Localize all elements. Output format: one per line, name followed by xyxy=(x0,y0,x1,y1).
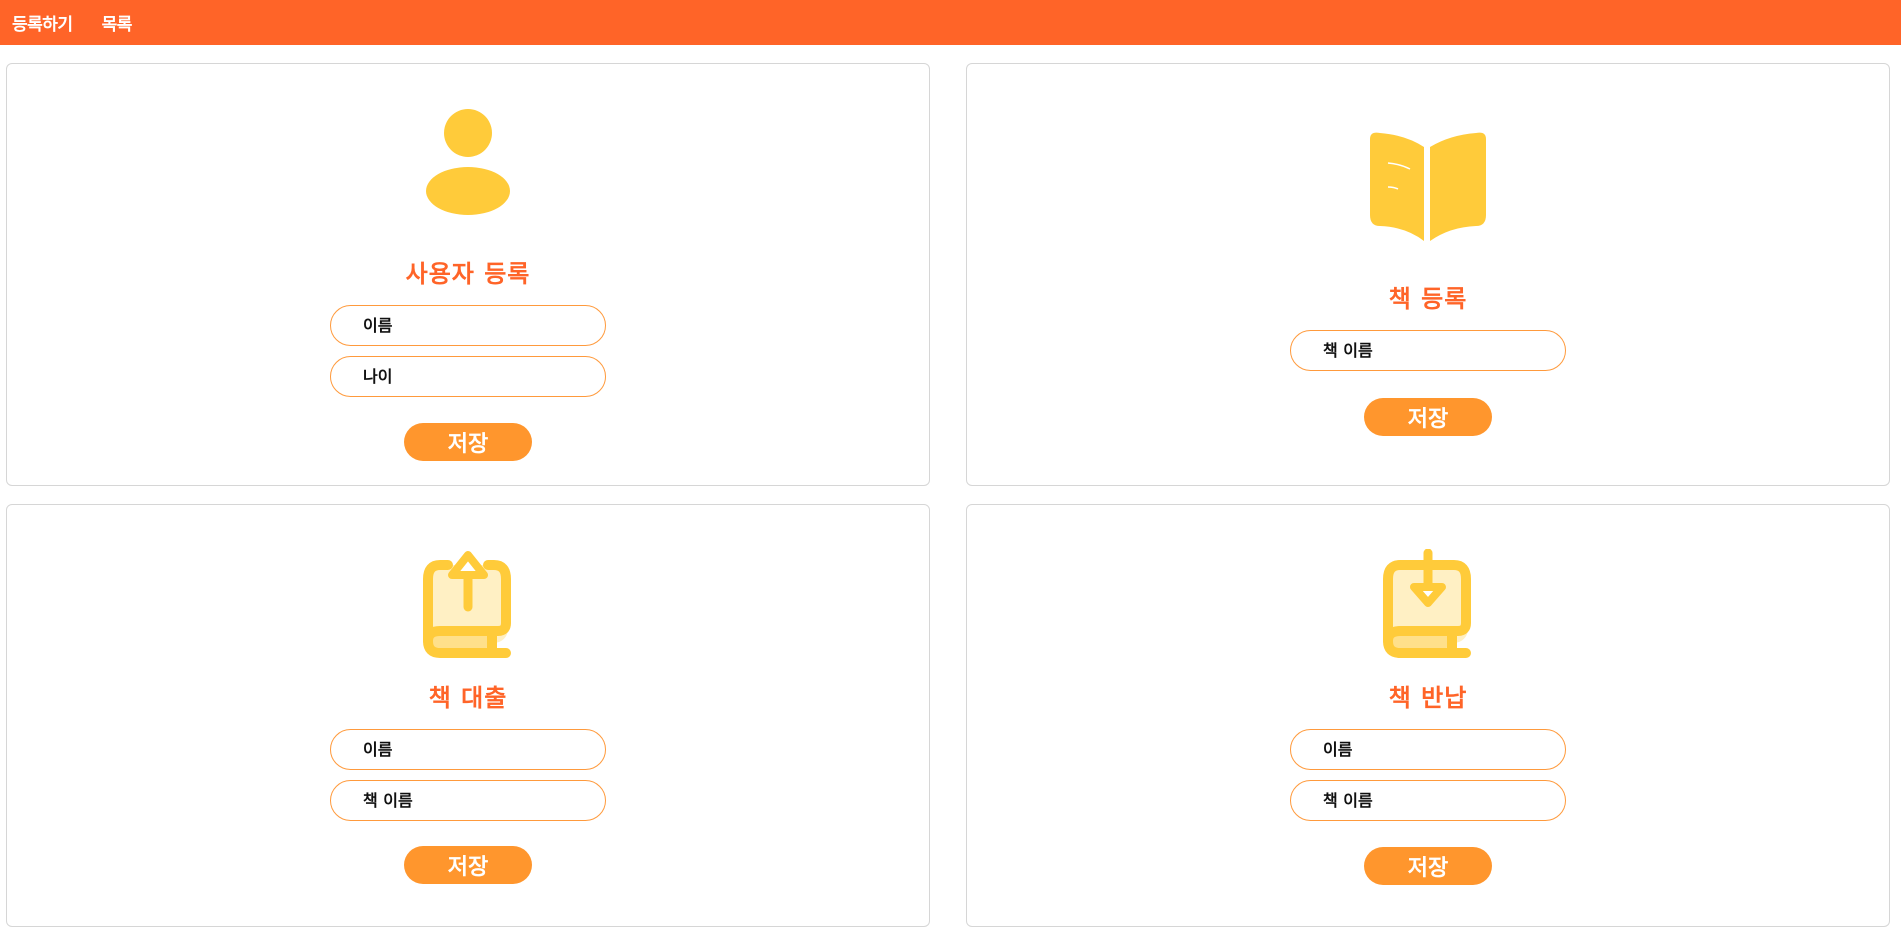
book-upload-icon xyxy=(418,549,518,665)
return-user-name-input[interactable] xyxy=(1290,729,1566,770)
user-icon xyxy=(423,108,513,222)
book-register-card: 책 등록 저장 xyxy=(966,63,1890,486)
top-nav-bar: 등록하기 목록 xyxy=(0,0,1901,45)
book-loan-card: 책 대출 저장 xyxy=(6,504,930,927)
open-book-icon xyxy=(1366,131,1490,245)
book-save-button[interactable]: 저장 xyxy=(1364,398,1492,436)
book-return-title: 책 반납 xyxy=(1388,684,1468,712)
book-loan-title: 책 대출 xyxy=(428,684,508,712)
nav-list[interactable]: 목록 xyxy=(102,10,133,35)
user-age-input[interactable] xyxy=(330,356,606,397)
book-register-title: 책 등록 xyxy=(1388,285,1468,313)
user-register-card: 사용자 등록 저장 xyxy=(6,63,930,486)
book-return-card: 책 반납 저장 xyxy=(966,504,1890,927)
user-save-button[interactable]: 저장 xyxy=(404,423,532,461)
loan-book-name-input[interactable] xyxy=(330,780,606,821)
return-save-button[interactable]: 저장 xyxy=(1364,847,1492,885)
user-register-title: 사용자 등록 xyxy=(405,260,531,288)
loan-user-name-input[interactable] xyxy=(330,729,606,770)
loan-save-button[interactable]: 저장 xyxy=(404,846,532,884)
user-name-input[interactable] xyxy=(330,305,606,346)
book-name-input[interactable] xyxy=(1290,330,1566,371)
return-book-name-input[interactable] xyxy=(1290,780,1566,821)
nav-register[interactable]: 등록하기 xyxy=(12,10,73,35)
book-download-icon xyxy=(1378,548,1478,665)
